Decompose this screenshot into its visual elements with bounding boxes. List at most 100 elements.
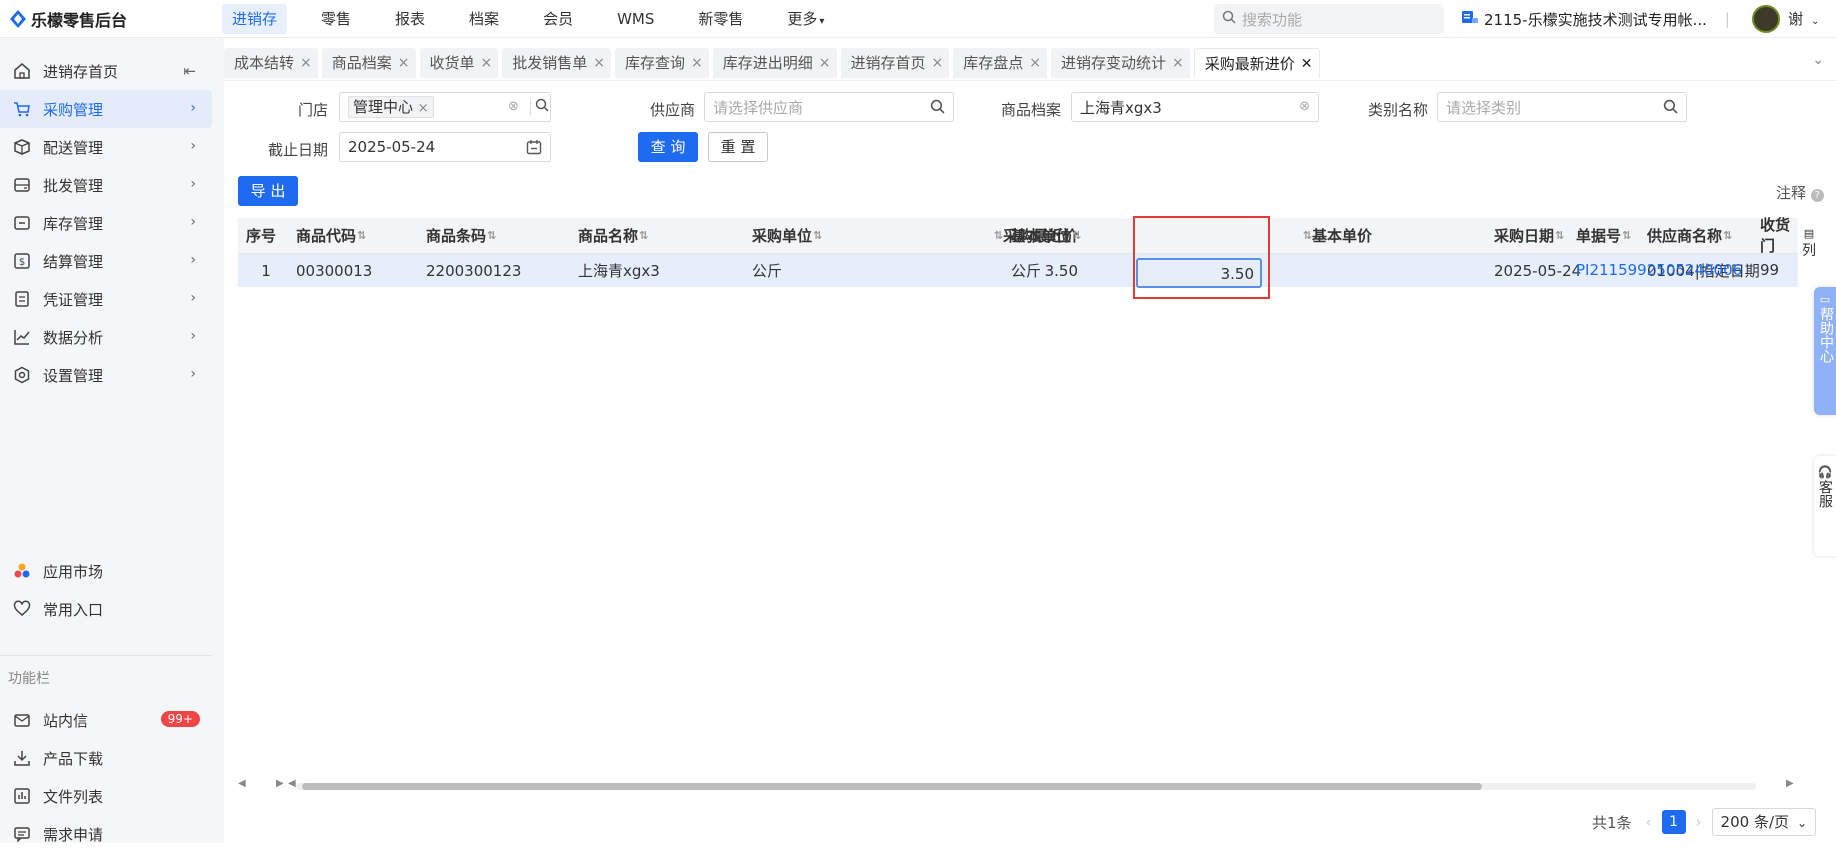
sidebar-item-messages[interactable]: 站内信 99+	[0, 701, 212, 739]
collapse-sidebar-icon[interactable]: ⇤	[183, 62, 196, 80]
sort-icon[interactable]: ⇅	[1723, 229, 1732, 242]
sidebar-item-analytics[interactable]: 数据分析 ›	[0, 318, 212, 356]
topnav-item-reports[interactable]: 报表	[385, 4, 435, 34]
topnav-item-members[interactable]: 会员	[533, 4, 583, 34]
category-input[interactable]: 请选择类别	[1437, 92, 1687, 122]
sidebar-item-file-list[interactable]: 文件列表	[0, 777, 212, 815]
sidebar-item-inventory[interactable]: 库存管理 ›	[0, 204, 212, 242]
close-icon[interactable]: ×	[593, 48, 605, 78]
account-switcher[interactable]: 2115-乐檬实施技术测试专用帐... |	[1462, 0, 1730, 38]
table-row[interactable]: 1 00300013 2200300123 上海青xgx3 公斤 3.50 公斤…	[238, 254, 1798, 287]
reset-button[interactable]: 重 置	[708, 132, 768, 162]
sort-icon[interactable]: ⇅	[1303, 229, 1312, 242]
user-menu[interactable]: 谢 ⌄	[1788, 0, 1819, 38]
sidebar-item-jxc-home[interactable]: 进销存首页 ⇤	[0, 52, 212, 90]
query-button[interactable]: 查 询	[638, 132, 698, 162]
col-header-barcode[interactable]: 商品条码 ⇅	[426, 218, 566, 253]
prev-page-icon[interactable]: ‹	[1646, 813, 1652, 831]
cell-doc-number-link[interactable]: PI2115992505240006	[1576, 253, 1742, 286]
topnav-item-archives[interactable]: 档案	[459, 4, 509, 34]
close-icon[interactable]: ×	[398, 48, 410, 78]
global-search-input[interactable]: 搜索功能	[1214, 4, 1444, 34]
close-icon[interactable]: ×	[819, 48, 831, 78]
customer-service-button[interactable]: 🎧 客服	[1814, 456, 1836, 556]
topnav-item-more[interactable]: 更多 ▾	[777, 4, 834, 34]
tab-latest-purchase-price[interactable]: 采购最新进价 ✕	[1193, 48, 1320, 79]
tab-receipt[interactable]: 收货单 ×	[419, 48, 499, 78]
close-icon[interactable]: ×	[300, 48, 312, 78]
sort-icon[interactable]: ⇅	[357, 229, 366, 242]
selected-cell-base-price[interactable]: 3.50	[1136, 258, 1262, 288]
supplier-input[interactable]: 请选择供应商	[704, 92, 954, 122]
sidebar-item-downloads[interactable]: 产品下载	[0, 739, 212, 777]
sort-icon[interactable]: ⇅	[487, 229, 496, 242]
sidebar-item-wholesale[interactable]: 批发管理 ›	[0, 166, 212, 204]
tag-close-icon[interactable]: ×	[418, 101, 429, 116]
tab-stocktake[interactable]: 库存盘点 ×	[953, 48, 1047, 78]
tab-inventory-query[interactable]: 库存查询 ×	[615, 48, 709, 78]
sort-icon[interactable]: ⇅	[1555, 229, 1564, 242]
search-icon[interactable]	[1663, 99, 1678, 118]
notes-link[interactable]: 注释 ?	[1776, 182, 1824, 203]
col-header-receiving-store[interactable]: 收货门	[1760, 217, 1800, 253]
horizontal-scrollbar[interactable]: ◀ ▶ ◀ ▶	[238, 778, 1798, 794]
tab-inventory-detail[interactable]: 库存进出明细 ×	[712, 48, 837, 78]
search-icon[interactable]	[930, 99, 945, 118]
sidebar-item-settlement[interactable]: $ 结算管理 ›	[0, 242, 212, 280]
tab-cost-carryover[interactable]: 成本结转 ×	[224, 48, 318, 78]
topnav-item-jxc[interactable]: 进销存	[222, 3, 288, 34]
scroll-right-icon[interactable]: ▶	[276, 778, 284, 789]
sort-icon[interactable]: ⇅	[639, 229, 648, 242]
scroll-thumb[interactable]	[302, 783, 1482, 790]
sidebar-item-settings[interactable]: 设置管理 ›	[0, 356, 212, 394]
close-icon[interactable]: ✕	[1301, 49, 1313, 79]
next-page-icon[interactable]: ›	[1696, 813, 1702, 831]
scroll-left-icon[interactable]: ◀	[288, 778, 296, 789]
sidebar-item-purchase[interactable]: 采购管理 ›	[0, 90, 212, 128]
calendar-icon[interactable]	[526, 139, 542, 159]
col-header-product-code[interactable]: 商品代码 ⇅	[296, 218, 416, 253]
tab-jxc-home[interactable]: 进销存首页 ×	[840, 48, 950, 78]
help-center-button[interactable]: ▭ 帮助中心	[1814, 287, 1836, 415]
product-input[interactable]: 上海青xgx3 ⊗	[1071, 92, 1319, 122]
search-icon[interactable]	[530, 98, 549, 116]
page-size-select[interactable]: 200 条/页 ⌄	[1711, 808, 1817, 836]
app-logo[interactable]: 乐檬零售后台	[0, 7, 222, 31]
col-header-product-name[interactable]: 商品名称 ⇅	[578, 218, 738, 253]
sidebar-item-voucher[interactable]: 凭证管理 ›	[0, 280, 212, 318]
topnav-item-new-retail[interactable]: 新零售	[688, 4, 753, 34]
tabs-dropdown-icon[interactable]: ⌄	[1812, 52, 1824, 68]
close-icon[interactable]: ×	[481, 48, 493, 78]
col-header-base-unit[interactable]: 基本单位 ⇅	[1011, 218, 1171, 253]
column-settings[interactable]: ▤ 列	[1798, 217, 1820, 286]
col-header-doc-number[interactable]: 单据号 ⇅	[1576, 217, 1631, 253]
close-icon[interactable]: ×	[691, 48, 703, 78]
clear-icon[interactable]: ⊗	[1299, 99, 1310, 114]
sidebar-app-market[interactable]: 应用市场	[0, 552, 212, 590]
close-icon[interactable]: ×	[1172, 48, 1184, 78]
sort-icon[interactable]: ⇅	[813, 229, 822, 242]
scroll-left-icon[interactable]: ◀	[238, 778, 246, 789]
sidebar-item-request[interactable]: 需求申请	[0, 815, 212, 853]
store-select[interactable]: 管理中心 × ⊗	[339, 92, 551, 122]
page-1-button[interactable]: 1	[1661, 810, 1686, 834]
scroll-right-icon[interactable]: ▶	[1786, 778, 1794, 789]
close-icon[interactable]: ×	[932, 48, 944, 78]
export-button[interactable]: 导 出	[238, 176, 298, 206]
tab-change-stats[interactable]: 进销存变动统计 ×	[1051, 48, 1190, 78]
tab-wholesale-order[interactable]: 批发销售单 ×	[502, 48, 611, 78]
sort-icon[interactable]: ⇅	[1622, 229, 1631, 242]
sort-icon[interactable]: ⇅	[994, 229, 1003, 242]
sidebar-item-distribution[interactable]: 配送管理 ›	[0, 128, 212, 166]
topnav-item-retail[interactable]: 零售	[311, 4, 361, 34]
col-header-purchase-unit[interactable]: 采购单位 ⇅	[752, 218, 872, 253]
clear-icon[interactable]: ⊗	[508, 99, 519, 114]
close-icon[interactable]: ×	[1029, 48, 1041, 78]
tab-product-archive[interactable]: 商品档案 ×	[321, 48, 416, 78]
date-picker[interactable]: 2025-05-24	[339, 132, 551, 162]
topnav-item-wms[interactable]: WMS	[607, 4, 664, 34]
avatar[interactable]	[1752, 5, 1780, 33]
sidebar-common-entry[interactable]: 常用入口	[0, 590, 212, 628]
col-header-base-price[interactable]: ⇅ 基本单价	[1236, 218, 1372, 253]
sort-icon[interactable]: ⇅	[1072, 229, 1081, 242]
